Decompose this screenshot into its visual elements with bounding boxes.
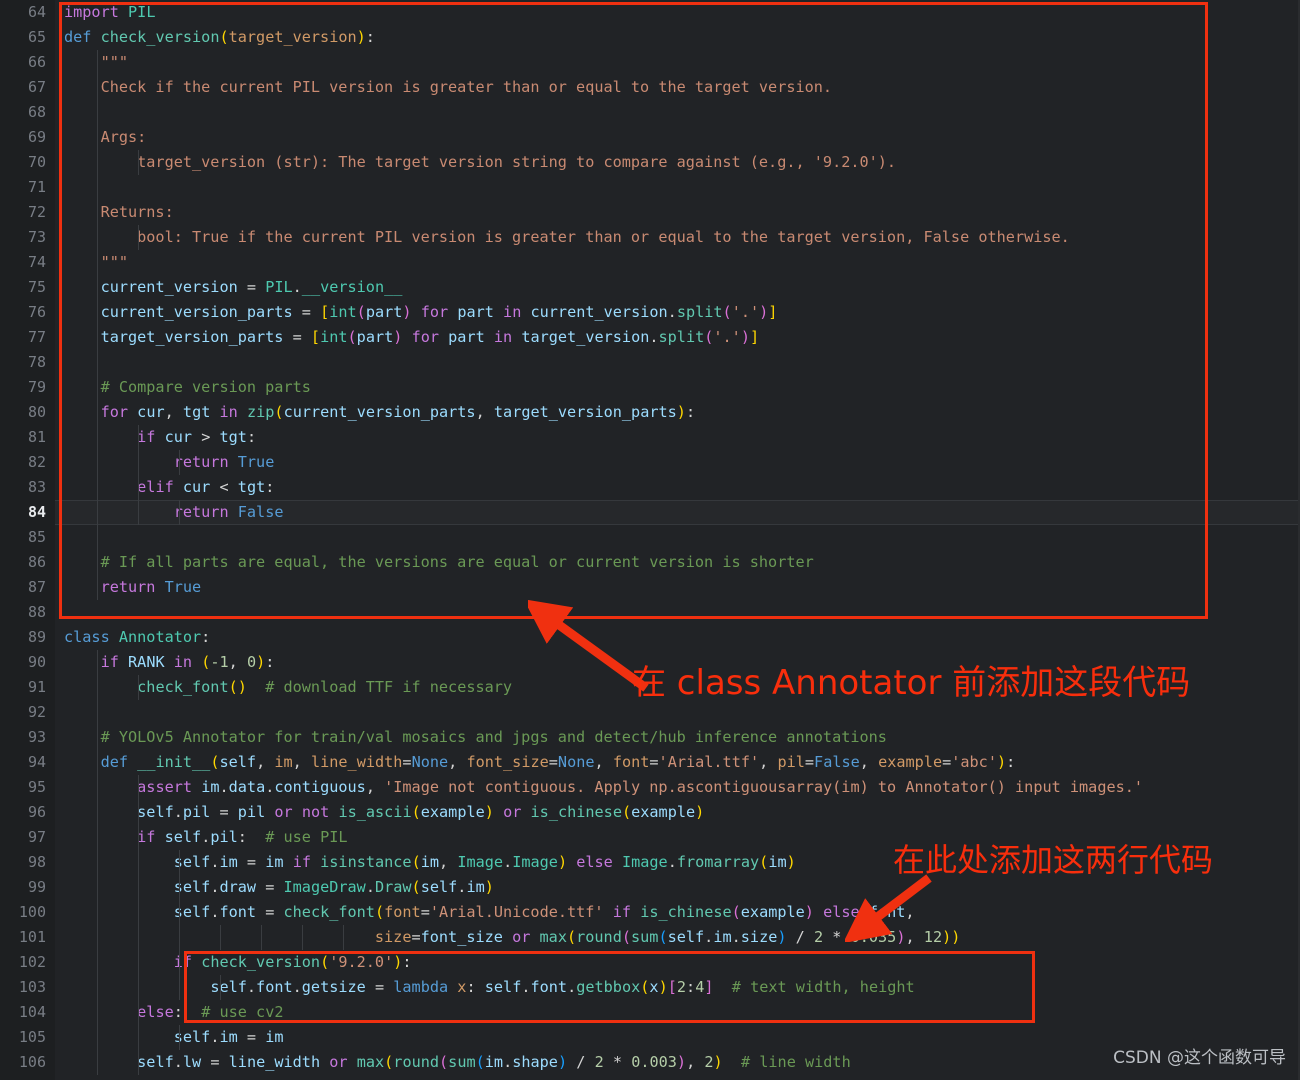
annotation-note-1: 在 class Annotator 前添加这段代码 xyxy=(632,663,1191,703)
code-line[interactable]: def check_version(target_version): xyxy=(55,25,1300,50)
line-number-gutter: 64 65 66 67 68 69 70 71 72 73 74 75 76 7… xyxy=(0,0,55,1080)
code-line[interactable] xyxy=(55,350,1300,375)
line-number: 96 xyxy=(27,803,46,821)
code-line[interactable]: else: # use cv2 xyxy=(55,1000,1300,1025)
code-line[interactable]: def __init__(self, im, line_width=None, … xyxy=(55,750,1300,775)
line-number: 87 xyxy=(27,578,46,596)
code-line[interactable]: # YOLOv5 Annotator for train/val mosaics… xyxy=(55,725,1300,750)
line-number: 77 xyxy=(27,328,46,346)
line-number: 89 xyxy=(27,628,46,646)
line-number: 106 xyxy=(18,1053,46,1071)
line-number: 71 xyxy=(27,178,46,196)
line-number: 70 xyxy=(27,153,46,171)
line-number: 68 xyxy=(27,103,46,121)
code-line[interactable]: current_version_parts = [int(part) for p… xyxy=(55,300,1300,325)
line-number: 105 xyxy=(18,1028,46,1046)
code-line[interactable]: import PIL xyxy=(55,0,1300,25)
line-number: 100 xyxy=(18,903,46,921)
code-line[interactable]: Returns: xyxy=(55,200,1300,225)
code-line-active[interactable]: return False xyxy=(55,500,1300,525)
code-line[interactable]: class Annotator: xyxy=(55,625,1300,650)
line-number: 66 xyxy=(27,53,46,71)
code-line[interactable]: elif cur < tgt: xyxy=(55,475,1300,500)
code-line[interactable]: if cur > tgt: xyxy=(55,425,1300,450)
code-line[interactable]: Args: xyxy=(55,125,1300,150)
code-line[interactable]: return True xyxy=(55,575,1300,600)
annotation-note-2: 在此处添加这两行代码 xyxy=(893,841,1214,879)
code-line[interactable]: if check_version('9.2.0'): xyxy=(55,950,1300,975)
code-line[interactable]: Check if the current PIL version is grea… xyxy=(55,75,1300,100)
code-line[interactable] xyxy=(55,175,1300,200)
code-line[interactable]: target_version_parts = [int(part) for pa… xyxy=(55,325,1300,350)
line-number: 73 xyxy=(27,228,46,246)
line-number: 76 xyxy=(27,303,46,321)
line-number: 97 xyxy=(27,828,46,846)
code-line[interactable]: target_version (str): The target version… xyxy=(55,150,1300,175)
line-number: 67 xyxy=(27,78,46,96)
line-number: 104 xyxy=(18,1003,46,1021)
code-line[interactable] xyxy=(55,525,1300,550)
line-number: 99 xyxy=(27,878,46,896)
line-number: 93 xyxy=(27,728,46,746)
code-line[interactable]: bool: True if the current PIL version is… xyxy=(55,225,1300,250)
line-number: 80 xyxy=(27,403,46,421)
line-number: 91 xyxy=(27,678,46,696)
code-line[interactable]: for cur, tgt in zip(current_version_part… xyxy=(55,400,1300,425)
line-number: 94 xyxy=(27,753,46,771)
csdn-watermark: CSDN @这个函数可导 xyxy=(1113,1048,1286,1068)
code-line[interactable] xyxy=(55,600,1300,625)
line-number: 79 xyxy=(27,378,46,396)
line-number: 64 xyxy=(27,3,46,21)
line-number: 75 xyxy=(27,278,46,296)
line-number: 90 xyxy=(27,653,46,671)
line-number: 78 xyxy=(27,353,46,371)
line-number: 102 xyxy=(18,953,46,971)
line-number: 69 xyxy=(27,128,46,146)
line-number: 95 xyxy=(27,778,46,796)
code-line[interactable]: size=font_size or max(round(sum(self.im.… xyxy=(55,925,1300,950)
code-line[interactable]: """ xyxy=(55,250,1300,275)
code-line[interactable] xyxy=(55,100,1300,125)
line-number: 101 xyxy=(18,928,46,946)
line-number: 92 xyxy=(27,703,46,721)
line-number: 83 xyxy=(27,478,46,496)
code-line[interactable]: # If all parts are equal, the versions a… xyxy=(55,550,1300,575)
code-line[interactable]: """ xyxy=(55,50,1300,75)
code-line[interactable]: assert im.data.contiguous, 'Image not co… xyxy=(55,775,1300,800)
line-number: 88 xyxy=(27,603,46,621)
code-line[interactable]: return True xyxy=(55,450,1300,475)
code-line[interactable]: self.pil = pil or not is_ascii(example) … xyxy=(55,800,1300,825)
line-number: 85 xyxy=(27,528,46,546)
line-number: 81 xyxy=(27,428,46,446)
line-number: 86 xyxy=(27,553,46,571)
line-number: 103 xyxy=(18,978,46,996)
line-number: 72 xyxy=(27,203,46,221)
code-line[interactable]: current_version = PIL.__version__ xyxy=(55,275,1300,300)
code-line[interactable]: self.font = check_font(font='Arial.Unico… xyxy=(55,900,1300,925)
line-number: 98 xyxy=(27,853,46,871)
code-editor-screenshot: 64 65 66 67 68 69 70 71 72 73 74 75 76 7… xyxy=(0,0,1300,1080)
code-line[interactable]: # Compare version parts xyxy=(55,375,1300,400)
line-number: 74 xyxy=(27,253,46,271)
line-number-active: 84 xyxy=(27,503,46,521)
code-line[interactable]: self.font.getsize = lambda x: self.font.… xyxy=(55,975,1300,1000)
line-number: 65 xyxy=(27,28,46,46)
line-number: 82 xyxy=(27,453,46,471)
code-content[interactable]: import PIL def check_version(target_vers… xyxy=(55,0,1300,1080)
